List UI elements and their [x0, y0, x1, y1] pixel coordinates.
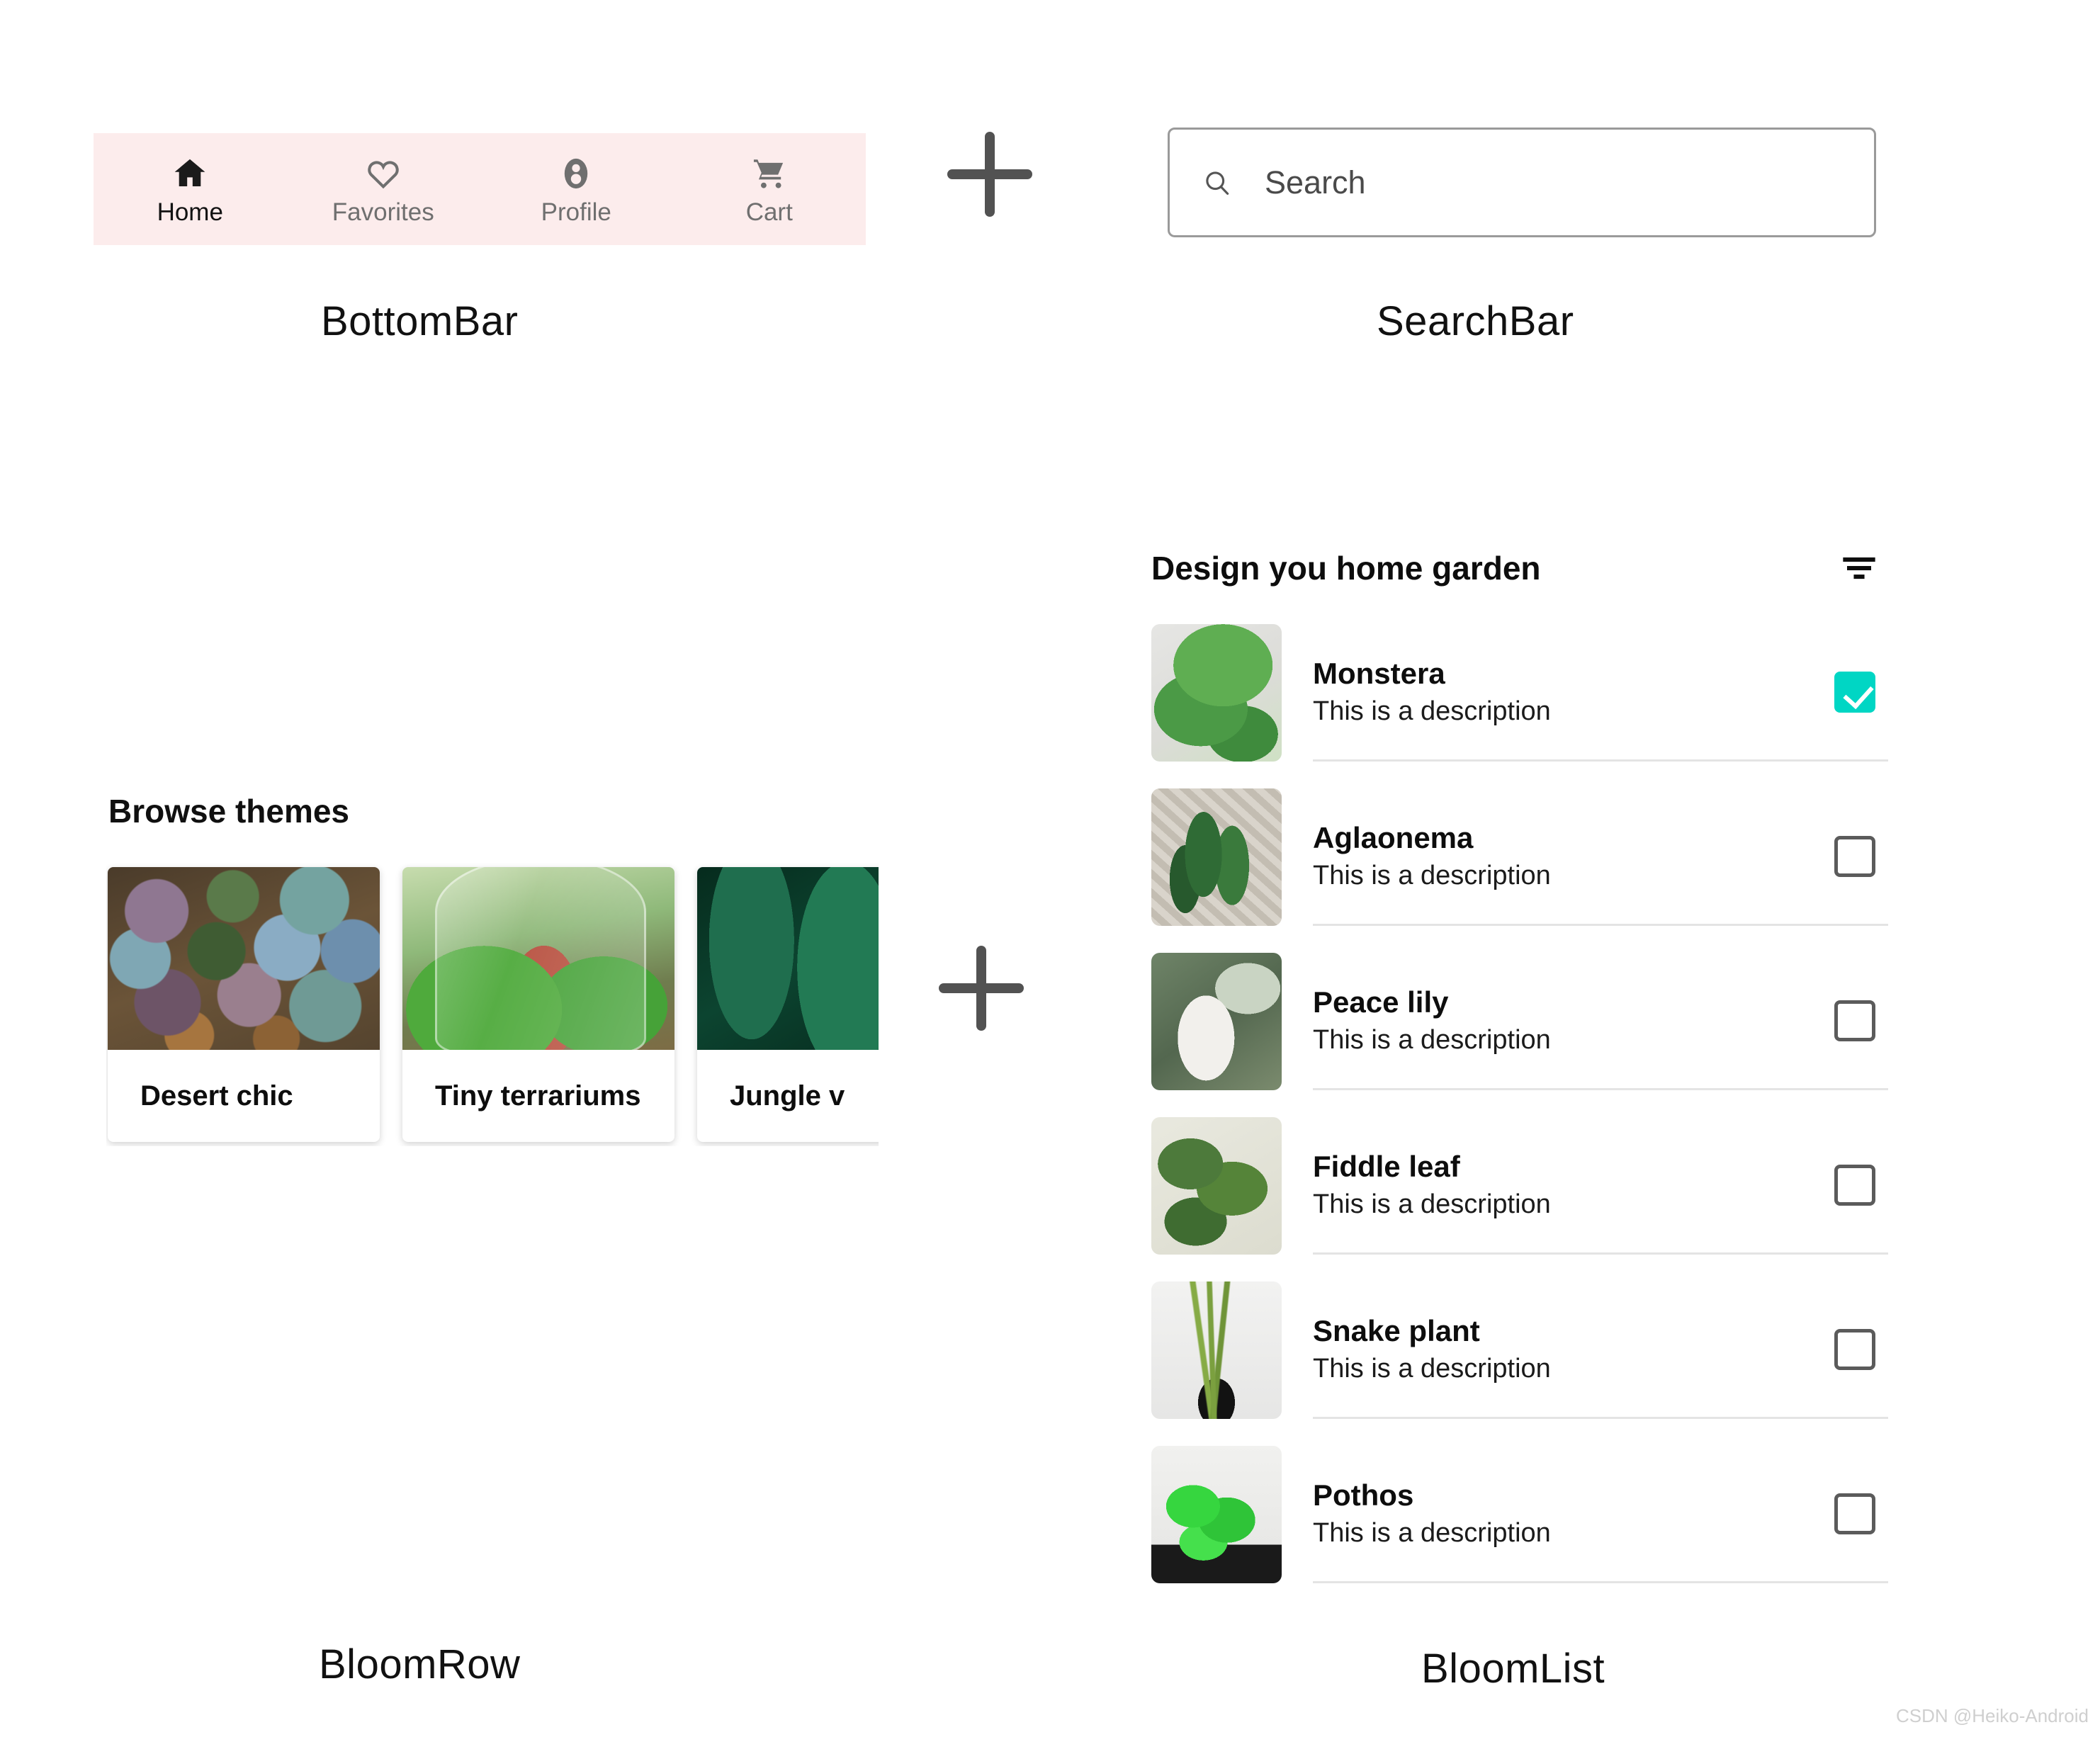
pothos-photo	[1151, 1446, 1282, 1583]
home-icon	[171, 154, 209, 193]
list-item[interactable]: Peace lily This is a description	[1151, 953, 1888, 1090]
list-item-body: Aglaonema This is a description	[1313, 788, 1888, 926]
bloomlist-section-caption: BloomList	[1421, 1646, 1605, 1692]
bloomrow-section-caption: BloomRow	[319, 1641, 521, 1687]
list-item-description: This is a description	[1313, 696, 1551, 726]
list-item-checkbox[interactable]	[1834, 835, 1875, 877]
list-item-texts: Snake plant This is a description	[1313, 1313, 1551, 1384]
list-item[interactable]: Fiddle leaf This is a description	[1151, 1117, 1888, 1255]
list-item[interactable]: Aglaonema This is a description	[1151, 788, 1888, 926]
theme-card-label: Tiny terrariums	[435, 1080, 641, 1111]
bottom-nav-item-favorites[interactable]: Favorites	[287, 133, 480, 245]
monstera-photo	[1151, 624, 1282, 762]
bloom-row: Browse themes Desert chic Tiny terrarium…	[106, 792, 879, 1146]
list-item-body: Snake plant This is a description	[1313, 1281, 1888, 1419]
dark-jungle-leaves-photo	[697, 867, 879, 1050]
bottom-nav-item-cart[interactable]: Cart	[673, 133, 866, 245]
list-item-description: This is a description	[1313, 1024, 1551, 1055]
account-circle-icon	[557, 154, 595, 193]
list-item-checkbox[interactable]	[1834, 1328, 1875, 1370]
theme-card-label: Desert chic	[140, 1080, 293, 1111]
list-item[interactable]: Snake plant This is a description	[1151, 1281, 1888, 1419]
shopping-cart-icon	[750, 154, 789, 193]
list-item-checkbox[interactable]	[1834, 1493, 1875, 1534]
bottom-nav-label-favorites: Favorites	[332, 198, 434, 226]
plus-vertical-bar	[976, 946, 986, 1031]
list-item-texts: Aglaonema This is a description	[1313, 822, 1551, 890]
plus-vertical-bar	[985, 132, 995, 217]
succulent-garden-photo	[108, 867, 380, 1050]
peace-lily-photo	[1151, 953, 1282, 1090]
plus-separator-bottom	[939, 946, 1024, 1031]
bottom-nav-label-home: Home	[157, 198, 223, 226]
bloom-list-title: Design you home garden	[1151, 550, 1541, 587]
list-item-title: Peace lily	[1313, 985, 1449, 1019]
list-item-description: This is a description	[1313, 1353, 1551, 1384]
list-item-texts: Peace lily This is a description	[1313, 985, 1551, 1055]
plus-separator-top	[947, 132, 1032, 217]
theme-card[interactable]: Jungle v	[697, 867, 879, 1142]
bottom-nav-item-home[interactable]: Home	[94, 133, 287, 245]
searchbar-section-caption: SearchBar	[1377, 298, 1574, 344]
list-item-title: Fiddle leaf	[1313, 1149, 1460, 1183]
list-item-title: Aglaonema	[1313, 820, 1474, 854]
list-item-texts: Fiddle leaf This is a description	[1313, 1149, 1551, 1219]
list-item-body: Pothos This is a description	[1313, 1446, 1888, 1583]
list-item-description: This is a description	[1313, 1189, 1551, 1219]
list-item-body: Peace lily This is a description	[1313, 953, 1888, 1090]
list-item-description: This is a description	[1313, 1517, 1551, 1548]
search-bar[interactable]	[1168, 128, 1876, 237]
bloom-list-rows: Monstera This is a description Aglaonema…	[1151, 624, 1888, 1583]
snake-plant-photo	[1151, 1281, 1282, 1419]
list-item-title: Pothos	[1313, 1478, 1414, 1512]
theme-card[interactable]: Desert chic	[108, 867, 380, 1142]
bottom-nav-item-profile[interactable]: Profile	[480, 133, 673, 245]
bottombar-section-caption: BottomBar	[321, 298, 519, 344]
list-item[interactable]: Monstera This is a description	[1151, 624, 1888, 762]
bloom-row-title: Browse themes	[108, 793, 350, 830]
page-root: Home Favorites Profile Cart BottomBar Se…	[0, 0, 2100, 1737]
aglaonema-photo	[1151, 788, 1282, 926]
watermark: CSDN @Heiko-Android	[1895, 1705, 2089, 1726]
search-input[interactable]	[1265, 130, 1874, 235]
list-item-title: Monstera	[1313, 656, 1445, 690]
list-item-title: Snake plant	[1313, 1313, 1480, 1347]
theme-card[interactable]: Tiny terrariums	[402, 867, 674, 1142]
fiddle-leaf-photo	[1151, 1117, 1282, 1255]
bloom-list-header: Design you home garden	[1151, 549, 1888, 587]
list-item-texts: Pothos This is a description	[1313, 1478, 1551, 1548]
list-item-checkbox[interactable]	[1834, 671, 1875, 713]
search-icon	[1202, 167, 1233, 198]
bottom-navigation-bar: Home Favorites Profile Cart	[94, 133, 866, 245]
list-item-body: Fiddle leaf This is a description	[1313, 1117, 1888, 1255]
list-item-texts: Monstera This is a description	[1313, 656, 1551, 726]
bloom-row-card-strip[interactable]: Desert chic Tiny terrariums Jungle v	[106, 863, 879, 1146]
list-item-checkbox[interactable]	[1834, 1000, 1875, 1041]
theme-card-label: Jungle v	[730, 1080, 845, 1111]
list-item-body: Monstera This is a description	[1313, 624, 1888, 762]
bottom-nav-label-profile: Profile	[541, 198, 611, 226]
list-item-description: This is a description	[1313, 860, 1551, 890]
terrarium-jar-photo	[402, 867, 674, 1050]
list-item[interactable]: Pothos This is a description	[1151, 1446, 1888, 1583]
heart-icon	[364, 154, 402, 193]
bottom-nav-label-cart: Cart	[745, 198, 793, 226]
filter-list-icon[interactable]	[1843, 556, 1875, 580]
bloom-list: Design you home garden Monstera This is …	[1151, 549, 1888, 1610]
list-item-checkbox[interactable]	[1834, 1164, 1875, 1206]
